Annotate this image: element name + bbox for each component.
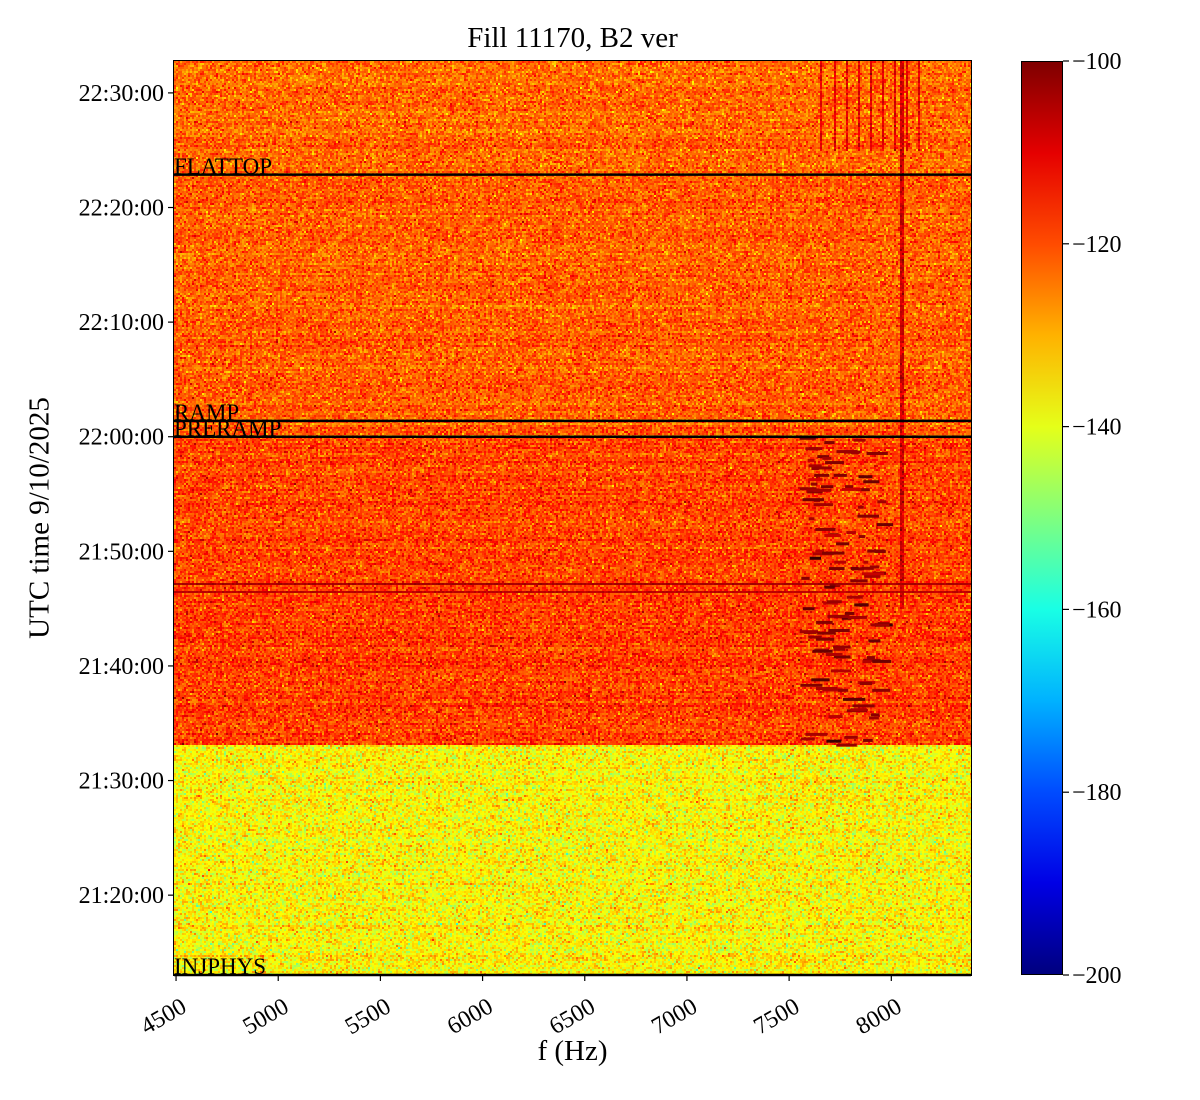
x-tick-label: 8000 [852,994,907,1041]
y-tick-label: 22:00:00 [79,425,164,451]
x-axis-label: f (Hz) [537,1035,608,1067]
y-tick-label: 21:50:00 [79,539,164,565]
x-tick-label: 4500 [136,994,191,1041]
y-tick-label: 21:20:00 [79,883,164,909]
colorbar-tick-label: −120 [1072,232,1122,258]
colorbar-tick-label: −180 [1072,780,1122,806]
colorbar-tick-label: −140 [1072,415,1122,441]
y-tick-label: 21:30:00 [79,769,164,795]
y-tick-label: 21:40:00 [79,654,164,680]
x-tick-label: 7500 [750,994,805,1041]
axes: 4500 5000 5500 6000 6500 7000 7500 8000 21:20:00… [79,49,1122,1041]
y-tick-label: 22:30:00 [79,81,164,107]
colorbar-tick-label: −200 [1072,963,1122,989]
x-tick-label: 5500 [341,994,396,1041]
y-axis-label: UTC time 9/10/2025 [23,397,56,639]
x-tick-label: 5000 [239,994,294,1041]
colorbar-tick-label: −160 [1072,597,1122,623]
colorbar-tick-label: −100 [1072,49,1122,75]
x-tick-label: 7000 [647,994,702,1041]
x-tick-label: 6500 [545,994,600,1041]
y-tick-label: 22:10:00 [79,310,164,336]
x-tick-label: 6000 [443,994,498,1041]
y-tick-label: 22:20:00 [79,196,164,222]
